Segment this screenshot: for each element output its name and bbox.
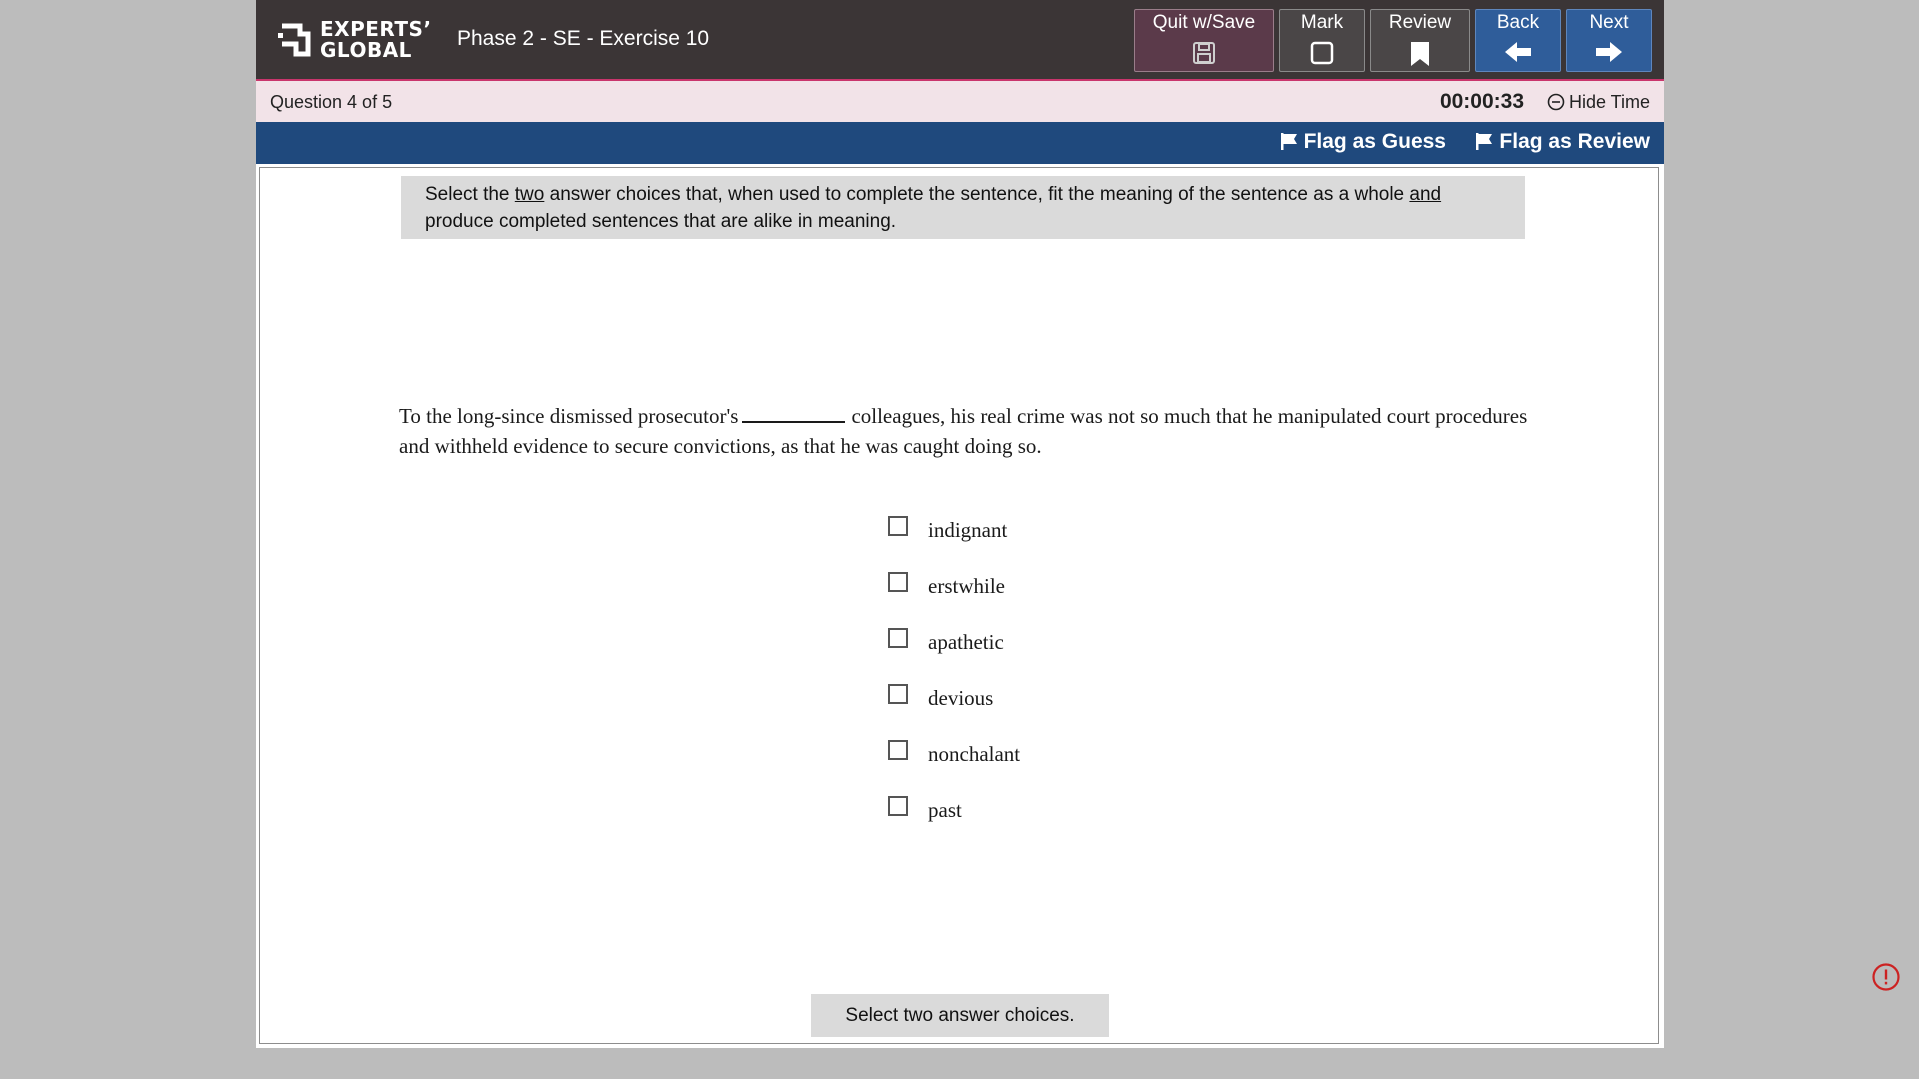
instruction-text: Select the: [425, 184, 515, 205]
flag-as-review-label: Flag as Review: [1499, 130, 1650, 153]
choice-label[interactable]: indignant: [928, 518, 1007, 543]
instruction-emphasis-and: and: [1409, 184, 1442, 205]
save-disk-icon: [1193, 42, 1215, 64]
mark-button[interactable]: Mark: [1279, 9, 1365, 72]
instruction-box: Select the two answer choices that, when…: [401, 176, 1525, 239]
selection-hint: Select two answer choices.: [811, 994, 1109, 1037]
choice-checkbox[interactable]: [888, 684, 908, 704]
review-button[interactable]: Review: [1370, 9, 1470, 72]
question-counter: Question 4 of 5: [270, 92, 393, 112]
flag-as-review-button[interactable]: Flag as Review: [1475, 130, 1650, 154]
question-status-bar: Question 4 of 5 00:00:33 Hide Time: [256, 81, 1664, 122]
sentence-blank: [742, 401, 846, 423]
choice-checkbox[interactable]: [888, 572, 908, 592]
experts-global-logo: EXPERTS’ GLOBAL: [278, 18, 431, 64]
choice-checkbox[interactable]: [888, 628, 908, 648]
flag-bar: Flag as Guess Flag as Review: [256, 122, 1664, 164]
flag-as-guess-label: Flag as Guess: [1303, 130, 1446, 153]
choice-label[interactable]: apathetic: [928, 630, 1004, 655]
exam-title: Phase 2 - SE - Exercise 10: [457, 27, 710, 50]
choice-label[interactable]: devious: [928, 686, 993, 711]
alert-icon[interactable]: [1871, 962, 1901, 992]
quit-save-label: Quit w/Save: [1152, 12, 1256, 33]
top-header: EXPERTS’ GLOBAL Phase 2 - SE - Exercise …: [256, 0, 1664, 81]
question-sentence: To the long-since dismissed prosecutor's…: [399, 401, 1529, 461]
sentence-before-blank: To the long-since dismissed prosecutor's: [399, 404, 739, 428]
logo-mark-icon: [278, 23, 311, 57]
instruction-text: answer choices that, when used to comple…: [544, 184, 1410, 205]
checkbox-outline-icon: [1310, 41, 1334, 65]
back-button[interactable]: Back: [1475, 9, 1561, 72]
next-label: Next: [1589, 12, 1629, 33]
flag-icon: [1280, 133, 1297, 150]
flag-as-guess-button[interactable]: Flag as Guess: [1280, 130, 1446, 154]
hide-time-label: Hide Time: [1568, 92, 1650, 112]
timer: 00:00:33: [1439, 90, 1524, 113]
review-label: Review: [1388, 12, 1452, 33]
logo-line-2: GLOBAL: [320, 38, 412, 62]
choice-checkbox[interactable]: [888, 516, 908, 536]
arrow-right-icon: [1596, 42, 1622, 62]
instruction-emphasis-two: two: [514, 184, 545, 205]
bookmark-icon: [1411, 42, 1429, 66]
next-button[interactable]: Next: [1566, 9, 1652, 72]
back-label: Back: [1496, 12, 1540, 33]
choice-label[interactable]: past: [928, 798, 962, 823]
choice-label[interactable]: erstwhile: [928, 574, 1005, 599]
question-content: Select the two answer choices that, when…: [259, 167, 1659, 1044]
choice-label[interactable]: nonchalant: [928, 742, 1020, 767]
hide-time-button[interactable]: Hide Time: [1547, 92, 1650, 113]
mark-label: Mark: [1300, 12, 1344, 33]
logo-text: EXPERTS’ GLOBAL: [320, 19, 432, 61]
minus-circle-icon: [1547, 93, 1565, 111]
choice-checkbox[interactable]: [888, 740, 908, 760]
arrow-left-icon: [1505, 42, 1531, 62]
choice-checkbox[interactable]: [888, 796, 908, 816]
test-window: EXPERTS’ GLOBAL Phase 2 - SE - Exercise …: [256, 0, 1664, 1048]
quit-save-button[interactable]: Quit w/Save: [1134, 9, 1274, 72]
flag-icon: [1476, 133, 1493, 150]
instruction-text: produce completed sentences that are ali…: [425, 211, 897, 232]
